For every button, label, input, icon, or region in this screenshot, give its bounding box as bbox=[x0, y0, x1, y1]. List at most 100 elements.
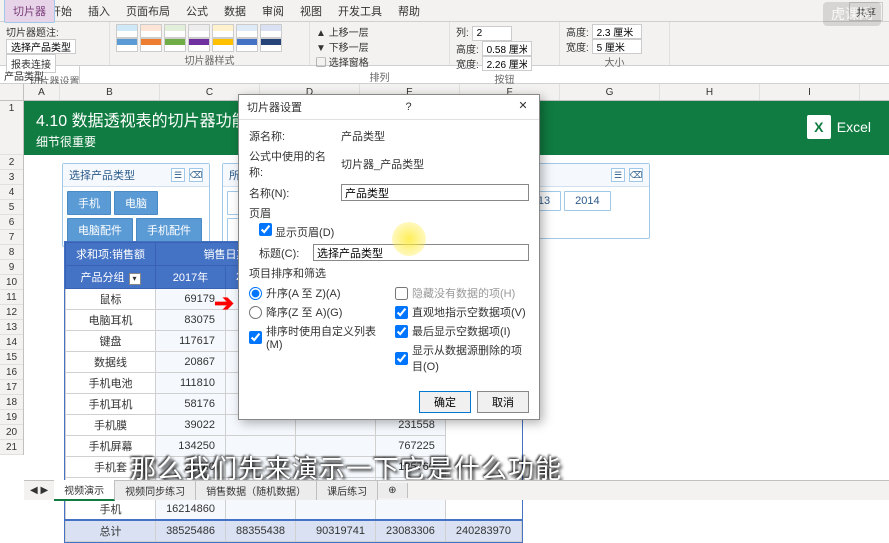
row-6[interactable]: 6 bbox=[0, 215, 23, 230]
source-name-value: 产品类型 bbox=[341, 128, 385, 144]
new-sheet-button[interactable]: ⊕ bbox=[378, 483, 407, 498]
formula-input[interactable] bbox=[80, 66, 889, 83]
cols-input[interactable] bbox=[472, 26, 512, 41]
dialog-help-icon[interactable]: ? bbox=[405, 101, 411, 113]
row-21[interactable]: 21 bbox=[0, 440, 23, 455]
row-3[interactable]: 3 bbox=[0, 170, 23, 185]
red-arrow-annotation: ➔ bbox=[214, 289, 234, 318]
slicer-styles[interactable] bbox=[116, 24, 303, 38]
pivot-row-label[interactable]: 鼠标 bbox=[66, 289, 156, 310]
custom-sort-checkbox[interactable] bbox=[249, 331, 262, 344]
tab-view[interactable]: 视图 bbox=[292, 0, 330, 22]
pivot-row-label[interactable]: 手机膜 bbox=[66, 415, 156, 436]
row-5[interactable]: 5 bbox=[0, 200, 23, 215]
row-10[interactable]: 10 bbox=[0, 275, 23, 290]
header-section-label: 页眉 bbox=[249, 205, 529, 221]
pivot-row-label[interactable]: 数据线 bbox=[66, 352, 156, 373]
group-styles-label: 切片器样式 bbox=[116, 52, 303, 67]
select-all-corner[interactable] bbox=[0, 84, 24, 100]
pivot-row-label[interactable]: 电脑耳机 bbox=[66, 310, 156, 331]
dialog-title: 切片器设置 bbox=[247, 99, 302, 115]
ribbon-tabs: 文件 开始 插入 页面布局 公式 数据 审阅 视图 开发工具 帮助 切片器 共享 bbox=[0, 0, 889, 22]
slicer-settings-dialog: 切片器设置 ? ✕ 源名称:产品类型 公式中使用的名称:切片器_产品类型 名称(… bbox=[238, 94, 540, 420]
tab-formula[interactable]: 公式 bbox=[178, 0, 216, 22]
pivot-row-label[interactable]: 手机耳机 bbox=[66, 394, 156, 415]
row-15[interactable]: 15 bbox=[0, 350, 23, 365]
row-16[interactable]: 16 bbox=[0, 365, 23, 380]
sheet-tab[interactable]: 视频同步练习 bbox=[115, 481, 196, 500]
col-G[interactable]: G bbox=[560, 84, 660, 100]
close-icon[interactable]: ✕ bbox=[515, 99, 531, 115]
sheet-tab[interactable]: 销售数据（随机数据） bbox=[196, 481, 317, 500]
pivot-row-label[interactable]: 手机 bbox=[66, 499, 156, 521]
btn-height-input[interactable] bbox=[482, 41, 532, 56]
ok-button[interactable]: 确定 bbox=[419, 391, 471, 413]
row-1[interactable]: 1 bbox=[0, 101, 23, 155]
tab-layout[interactable]: 页面布局 bbox=[118, 0, 178, 22]
row-8[interactable]: 8 bbox=[0, 245, 23, 260]
col-A[interactable]: A bbox=[24, 84, 60, 100]
formula-bar: 产品类型 bbox=[0, 66, 889, 84]
slicer-item[interactable]: 手机配件 bbox=[136, 218, 202, 242]
tab-data[interactable]: 数据 bbox=[216, 0, 254, 22]
row-4[interactable]: 4 bbox=[0, 185, 23, 200]
cancel-button[interactable]: 取消 bbox=[477, 391, 529, 413]
excel-logo: XExcel bbox=[807, 115, 871, 139]
send-backward[interactable]: ▼ 下移一层 bbox=[316, 39, 443, 54]
row-headers: 1 2 3 4 5 6 7 8 9 10 11 12 13 14 15 16 1… bbox=[0, 101, 24, 455]
row-20[interactable]: 20 bbox=[0, 425, 23, 440]
tab-help[interactable]: 帮助 bbox=[390, 0, 428, 22]
tab-review[interactable]: 审阅 bbox=[254, 0, 292, 22]
name-box[interactable]: 产品类型 bbox=[0, 66, 80, 83]
slicer-title: 选择产品类型 bbox=[69, 167, 135, 183]
slicer-item[interactable]: 电脑配件 bbox=[67, 218, 133, 242]
row-13[interactable]: 13 bbox=[0, 320, 23, 335]
caption-input[interactable] bbox=[313, 244, 529, 261]
tab-insert[interactable]: 插入 bbox=[80, 0, 118, 22]
multiselect-icon[interactable]: ☰ bbox=[611, 168, 625, 182]
ribbon-body: 切片器题注: 报表连接 切片器设置 切片器样式 ▲ 上移一层 ▼ bbox=[0, 22, 889, 66]
row-9[interactable]: 9 bbox=[0, 260, 23, 275]
tab-slicer[interactable]: 切片器 bbox=[4, 0, 55, 23]
last-empty-checkbox[interactable] bbox=[395, 325, 408, 338]
dropdown-icon[interactable]: ▾ bbox=[129, 273, 141, 285]
row-12[interactable]: 12 bbox=[0, 305, 23, 320]
pivot-row-label[interactable]: 手机电池 bbox=[66, 373, 156, 394]
slicer-item[interactable]: 2014 bbox=[564, 191, 610, 211]
sheet-tab[interactable]: 课后练习 bbox=[317, 481, 378, 500]
slicer-product-type[interactable]: 选择产品类型 ☰ ⌫ 手机 电脑 电脑配件 手机配件 bbox=[62, 163, 210, 247]
clear-filter-icon[interactable]: ⌫ bbox=[189, 168, 203, 182]
sort-desc-radio[interactable] bbox=[249, 306, 262, 319]
visual-empty-checkbox[interactable] bbox=[395, 306, 408, 319]
row-18[interactable]: 18 bbox=[0, 395, 23, 410]
clear-filter-icon[interactable]: ⌫ bbox=[629, 168, 643, 182]
row-17[interactable]: 17 bbox=[0, 380, 23, 395]
show-header-checkbox[interactable] bbox=[259, 223, 272, 236]
pivot-row-label[interactable]: 键盘 bbox=[66, 331, 156, 352]
sheet-tab[interactable]: 视频演示 bbox=[54, 480, 115, 501]
hide-empty-checkbox[interactable] bbox=[395, 287, 408, 300]
tab-dev[interactable]: 开发工具 bbox=[330, 0, 390, 22]
col-B[interactable]: B bbox=[60, 84, 160, 100]
sort-filter-section-label: 项目排序和筛选 bbox=[249, 265, 529, 281]
row-7[interactable]: 7 bbox=[0, 230, 23, 245]
row-19[interactable]: 19 bbox=[0, 410, 23, 425]
sort-asc-radio[interactable] bbox=[249, 287, 262, 300]
show-deleted-checkbox[interactable] bbox=[395, 352, 408, 365]
row-14[interactable]: 14 bbox=[0, 335, 23, 350]
size-width-input[interactable] bbox=[592, 39, 642, 54]
size-height-input[interactable] bbox=[592, 24, 642, 39]
row-2[interactable]: 2 bbox=[0, 155, 23, 170]
row-11[interactable]: 11 bbox=[0, 290, 23, 305]
name-input[interactable] bbox=[341, 184, 529, 201]
slicer-caption-input[interactable] bbox=[6, 39, 76, 54]
slicer-item[interactable]: 电脑 bbox=[114, 191, 158, 215]
col-H[interactable]: H bbox=[660, 84, 760, 100]
bring-forward[interactable]: ▲ 上移一层 bbox=[316, 24, 443, 39]
watermark: 虎课网 bbox=[823, 2, 881, 26]
slicer-caption-label: 切片器题注: bbox=[6, 28, 59, 39]
formula-name-value: 切片器_产品类型 bbox=[341, 156, 424, 172]
slicer-item[interactable]: 手机 bbox=[67, 191, 111, 215]
col-I[interactable]: I bbox=[760, 84, 860, 100]
multiselect-icon[interactable]: ☰ bbox=[171, 168, 185, 182]
